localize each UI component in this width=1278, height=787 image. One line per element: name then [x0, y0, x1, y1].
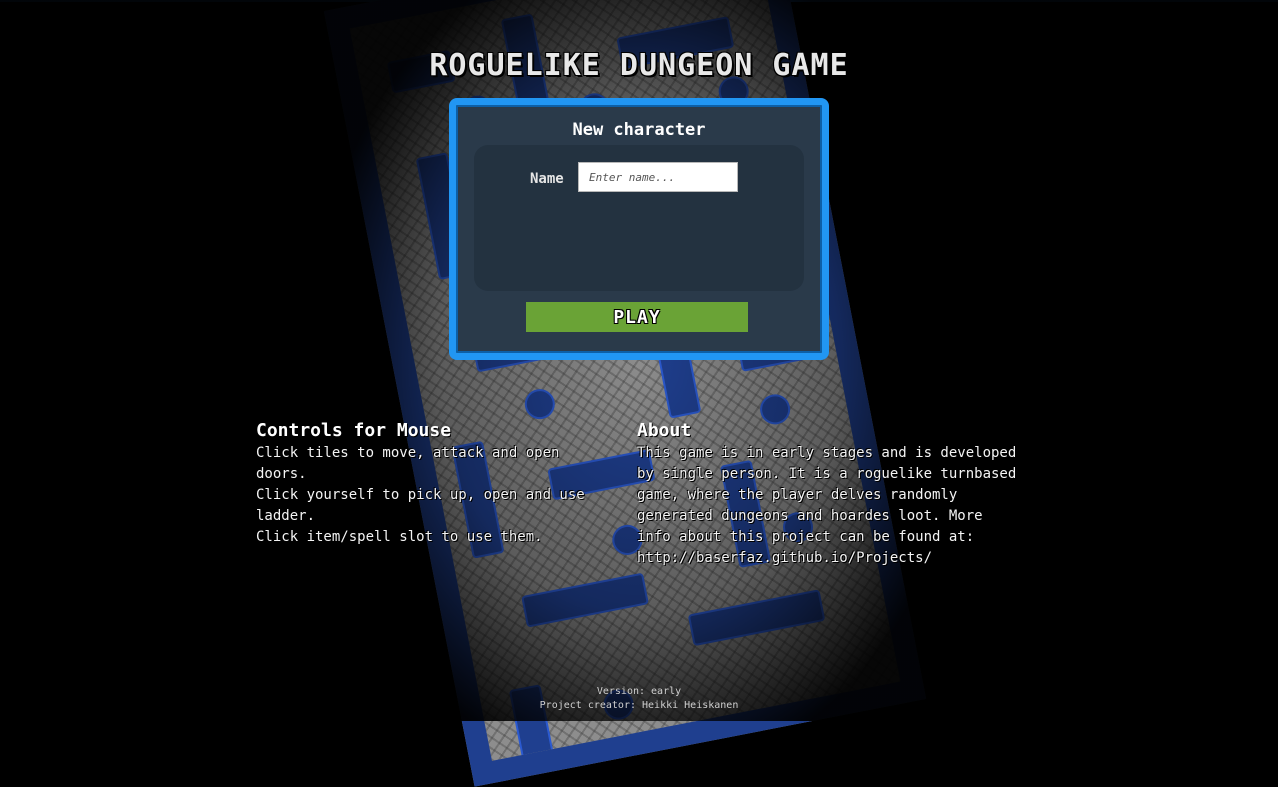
controls-line: Click yourself to pick up, open and use … — [256, 487, 585, 524]
name-input[interactable] — [578, 162, 738, 192]
about-text: This game is in early stages and is deve… — [637, 445, 1017, 545]
creator-text: Project creator: Heikki Heiskanen — [539, 700, 739, 711]
about-heading: About — [637, 420, 692, 441]
new-character-panel: New character Name PLAY — [449, 98, 829, 360]
controls-section: Controls for Mouse Click tiles to move, … — [256, 420, 616, 548]
controls-line: Click tiles to move, attack and open doo… — [256, 445, 560, 482]
name-label: Name — [530, 171, 564, 187]
version-text: Version: early — [596, 686, 682, 697]
controls-heading: Controls for Mouse — [256, 420, 452, 441]
project-link[interactable]: http://baserfaz.github.io/Projects/ — [637, 548, 1017, 569]
controls-line: Click item/spell slot to use them. — [256, 529, 543, 545]
new-character-heading: New character — [572, 120, 706, 140]
character-form-area: Name — [474, 145, 804, 291]
game-title: ROGUELIKE DUNGEON GAME — [429, 48, 849, 83]
about-section: About This game is in early stages and i… — [637, 420, 1017, 569]
footer: Version: early Project creator: Heikki H… — [0, 685, 1278, 713]
play-button[interactable]: PLAY — [526, 302, 748, 332]
